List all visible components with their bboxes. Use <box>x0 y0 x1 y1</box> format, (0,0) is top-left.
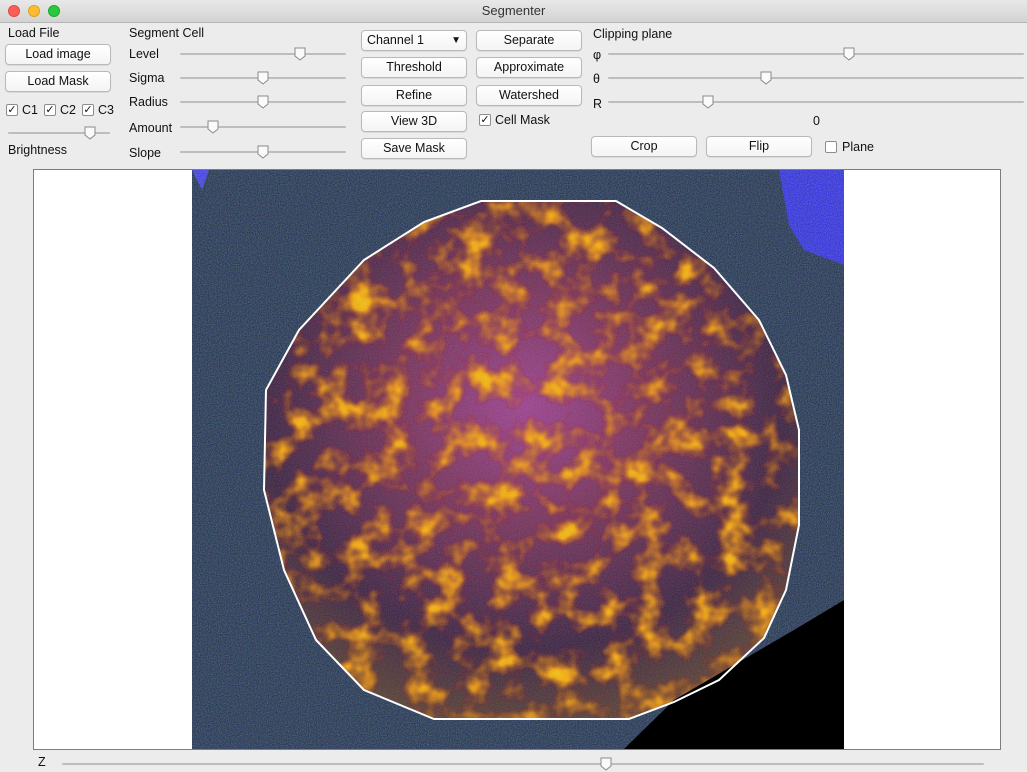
checkmark-icon: ✓ <box>45 104 55 116</box>
amount-slider[interactable] <box>180 120 346 134</box>
c3-label: C3 <box>98 103 114 117</box>
r-slider[interactable] <box>608 95 1024 109</box>
load-mask-button[interactable]: Load Mask <box>5 71 111 92</box>
slider-track <box>180 53 346 55</box>
checkmark-icon: ✓ <box>7 104 17 116</box>
view-3d-button[interactable]: View 3D <box>361 111 467 132</box>
level-slider[interactable] <box>180 47 346 61</box>
theta-slider[interactable] <box>608 71 1024 85</box>
brightness-slider[interactable] <box>8 126 110 140</box>
slope-slider[interactable] <box>180 145 346 159</box>
slider-thumb[interactable] <box>294 47 306 61</box>
load-file-label: Load File <box>8 26 60 40</box>
slider-thumb[interactable] <box>257 95 269 109</box>
cell-mask-label: Cell Mask <box>495 113 550 127</box>
separate-button[interactable]: Separate <box>476 30 582 51</box>
c3-checkbox[interactable]: ✓ <box>82 104 94 116</box>
window-title: Segmenter <box>481 3 546 18</box>
slope-label: Slope <box>129 146 161 160</box>
r-label: R <box>593 97 603 111</box>
level-label: Level <box>129 47 159 61</box>
c1-label: C1 <box>22 103 38 117</box>
microscopy-image[interactable] <box>34 170 1000 749</box>
z-slider[interactable] <box>62 757 984 771</box>
phi-label: φ <box>593 48 602 62</box>
slider-thumb[interactable] <box>702 95 714 109</box>
approximate-button[interactable]: Approximate <box>476 57 582 78</box>
slider-track <box>608 53 1024 55</box>
radius-label: Radius <box>129 95 168 109</box>
checkmark-icon: ✓ <box>83 104 93 116</box>
slider-thumb[interactable] <box>600 757 612 771</box>
c2-label: C2 <box>60 103 76 117</box>
slider-thumb[interactable] <box>257 71 269 85</box>
maximize-window-button[interactable] <box>48 5 60 17</box>
c1-checkbox[interactable]: ✓ <box>6 104 18 116</box>
clipping-plane-label: Clipping plane <box>593 27 673 41</box>
slider-thumb[interactable] <box>843 47 855 61</box>
cell-mask-checkbox[interactable]: ✓ <box>479 114 491 126</box>
sigma-label: Sigma <box>129 71 165 85</box>
clipping-value-readout: 0 <box>813 114 820 128</box>
radius-slider[interactable] <box>180 95 346 109</box>
phi-slider[interactable] <box>608 47 1024 61</box>
close-window-button[interactable] <box>8 5 20 17</box>
theta-label: θ <box>593 72 600 86</box>
z-label: Z <box>38 755 46 769</box>
plane-checkbox[interactable] <box>825 141 837 153</box>
refine-button[interactable]: Refine <box>361 85 467 106</box>
save-mask-button[interactable]: Save Mask <box>361 138 467 159</box>
plane-label: Plane <box>842 140 874 154</box>
slider-track <box>62 763 984 765</box>
slider-track <box>180 126 346 128</box>
channel-select-value: Channel 1 <box>367 33 424 47</box>
image-canvas[interactable] <box>33 169 1001 750</box>
watershed-button[interactable]: Watershed <box>476 85 582 106</box>
flip-button[interactable]: Flip <box>706 136 812 157</box>
checkmark-icon: ✓ <box>480 114 490 126</box>
channel-select[interactable]: Channel 1 ▼ <box>361 30 467 51</box>
slider-track <box>608 77 1024 79</box>
slider-thumb[interactable] <box>760 71 772 85</box>
crop-button[interactable]: Crop <box>591 136 697 157</box>
segment-cell-label: Segment Cell <box>129 26 205 40</box>
brightness-label: Brightness <box>8 143 68 157</box>
amount-label: Amount <box>129 121 173 135</box>
dropdown-arrow-icon: ▼ <box>451 35 461 46</box>
slider-track <box>608 101 1024 103</box>
title-bar: Segmenter <box>0 0 1027 23</box>
c2-checkbox[interactable]: ✓ <box>44 104 56 116</box>
sigma-slider[interactable] <box>180 71 346 85</box>
slider-thumb[interactable] <box>207 120 219 134</box>
slider-thumb[interactable] <box>257 145 269 159</box>
minimize-window-button[interactable] <box>28 5 40 17</box>
load-image-button[interactable]: Load image <box>5 44 111 65</box>
slider-thumb[interactable] <box>84 126 96 140</box>
threshold-button[interactable]: Threshold <box>361 57 467 78</box>
